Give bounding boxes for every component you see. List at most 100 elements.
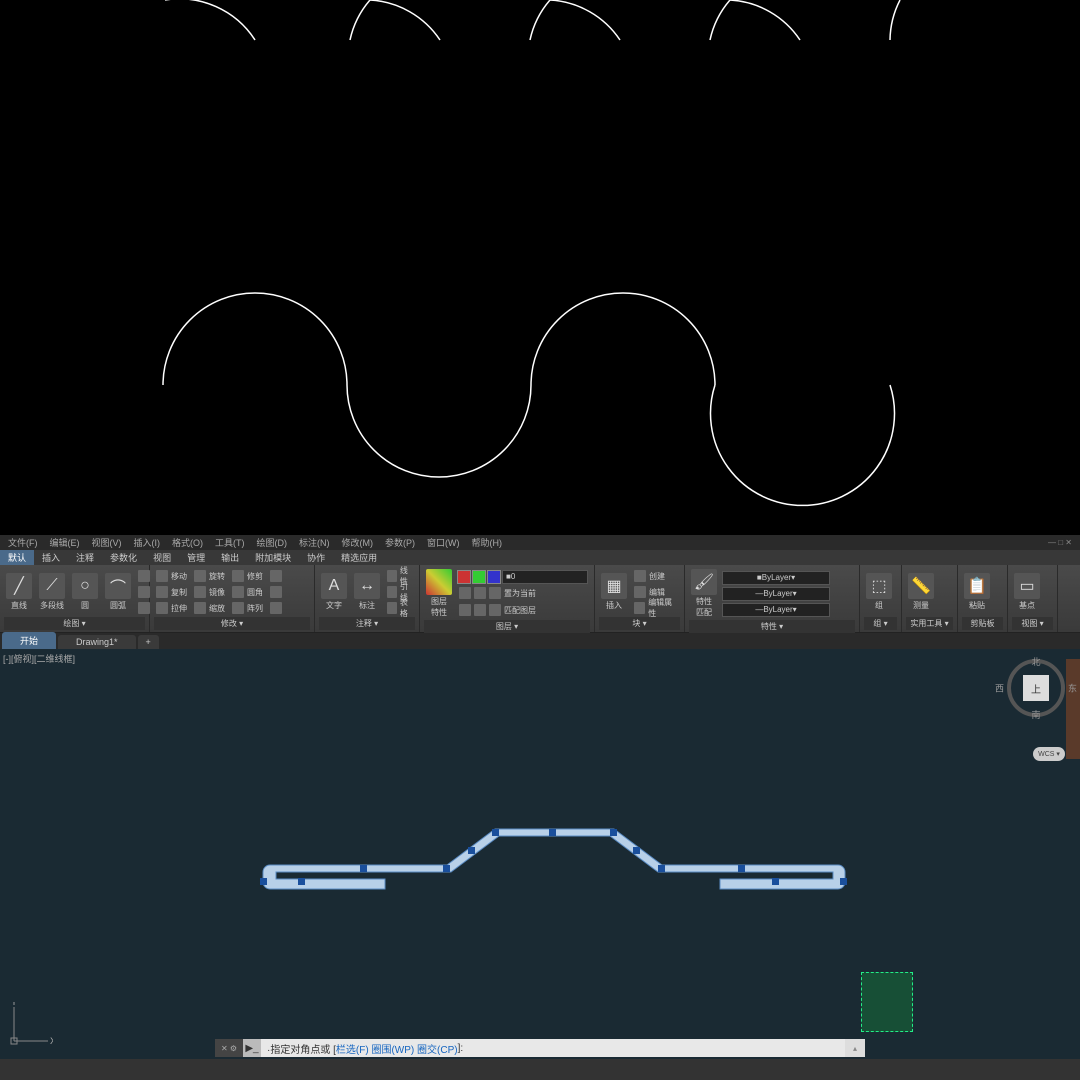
upper-drawing-canvas xyxy=(0,0,1080,535)
menu-insert[interactable]: 插入(I) xyxy=(134,536,161,549)
tool-text[interactable]: A文字 xyxy=(319,571,349,613)
menu-edit[interactable]: 编辑(E) xyxy=(50,536,80,549)
cmd-prompt-icon: ▶_ xyxy=(243,1039,261,1057)
tool-line[interactable]: ╱直线 xyxy=(4,571,34,613)
tab-featured[interactable]: 精选应用 xyxy=(333,550,385,565)
tool-block-attr[interactable]: 编辑属性 xyxy=(632,601,680,616)
panel-block-title[interactable]: 块 ▾ xyxy=(599,617,680,630)
tool-array[interactable]: 阵列 xyxy=(230,601,265,616)
panel-block: ▦插入 创建 编辑 编辑属性 块 ▾ xyxy=(595,565,685,632)
panel-annot-title[interactable]: 注释 ▾ xyxy=(319,617,415,630)
svg-text:X: X xyxy=(50,1036,53,1046)
prop-color[interactable]: ■ ByLayer ▾ xyxy=(722,571,830,585)
panel-view-title[interactable]: 视图 ▾ xyxy=(1012,617,1053,630)
menu-view[interactable]: 视图(V) xyxy=(92,536,122,549)
panel-draw: ╱直线 ⟋多段线 ○圆 ⌒圆弧 绘图 ▾ xyxy=(0,565,150,632)
tool-mirror[interactable]: 镜像 xyxy=(192,585,227,600)
menu-bar: 文件(F) 编辑(E) 视图(V) 插入(I) 格式(O) 工具(T) 绘图(D… xyxy=(0,535,1080,550)
tool-misc1-icon[interactable] xyxy=(268,569,284,584)
panel-group-title[interactable]: 组 ▾ xyxy=(864,617,897,630)
menu-help[interactable]: 帮助(H) xyxy=(472,536,503,549)
panel-annot: A文字 ↔标注 线性 引线 表格 注释 ▾ xyxy=(315,565,420,632)
menu-format[interactable]: 格式(O) xyxy=(172,536,203,549)
tool-measure[interactable]: 📏测量 xyxy=(906,571,936,613)
tool-dim[interactable]: ↔标注 xyxy=(352,571,382,613)
autocad-window: 文件(F) 编辑(E) 视图(V) 插入(I) 格式(O) 工具(T) 绘图(D… xyxy=(0,535,1080,1080)
panel-viewbase: ▭基点 视图 ▾ xyxy=(1008,565,1058,632)
tool-rotate[interactable]: 旋转 xyxy=(192,569,227,584)
menu-tools[interactable]: 工具(T) xyxy=(215,536,245,549)
tab-view[interactable]: 视图 xyxy=(145,550,179,565)
tab-addins[interactable]: 附加模块 xyxy=(247,550,299,565)
panel-props: 🖌特性 匹配 ■ ByLayer ▾ — ByLayer ▾ — ByLayer… xyxy=(685,565,860,632)
tool-match-props[interactable]: 🖌特性 匹配 xyxy=(689,567,719,620)
cmd-expand-icon[interactable]: ▴ xyxy=(845,1044,865,1053)
tool-set-current[interactable]: 置为当前 xyxy=(457,586,588,601)
tab-default[interactable]: 默认 xyxy=(0,550,34,565)
tab-start[interactable]: 开始 xyxy=(2,632,56,649)
tool-copy[interactable]: 复制 xyxy=(154,585,189,600)
menu-dim[interactable]: 标注(N) xyxy=(299,536,330,549)
panel-modify: 移动 复制 拉伸 旋转 镜像 缩放 修剪 圆角 阵列 xyxy=(150,565,315,632)
tool-insert-block[interactable]: ▦插入 xyxy=(599,571,629,613)
color-swatch-icon[interactable] xyxy=(472,570,486,584)
tab-annotate[interactable]: 注释 xyxy=(68,550,102,565)
tool-layer-props[interactable]: 图层特性 xyxy=(424,567,454,620)
panel-modify-title[interactable]: 修改 ▾ xyxy=(154,617,310,630)
tab-insert[interactable]: 插入 xyxy=(34,550,68,565)
color-swatch-icon[interactable] xyxy=(487,570,501,584)
panel-group: ⬚组 组 ▾ xyxy=(860,565,902,632)
menu-file[interactable]: 文件(F) xyxy=(8,536,38,549)
menu-param[interactable]: 参数(P) xyxy=(385,536,415,549)
menu-modify[interactable]: 修改(M) xyxy=(342,536,374,549)
tool-misc3-icon[interactable] xyxy=(268,601,284,616)
tool-polyline[interactable]: ⟋多段线 xyxy=(37,571,67,613)
panel-clip-title[interactable]: 剪贴板 xyxy=(962,617,1003,630)
ucs-icon[interactable]: X Y xyxy=(8,1002,53,1047)
command-input[interactable]: ·指定对角点或 [ 栏选(F) 圈围(WP) 圈交(CP) ]: xyxy=(261,1039,845,1057)
selected-polyline[interactable] xyxy=(0,649,1080,1059)
command-line[interactable]: ✕ ⚙ ▶_ ·指定对角点或 [ 栏选(F) 圈围(WP) 圈交(CP) ]: … xyxy=(215,1039,865,1057)
tool-paste[interactable]: 📋粘贴 xyxy=(962,571,992,613)
tool-scale[interactable]: 缩放 xyxy=(192,601,227,616)
tool-move[interactable]: 移动 xyxy=(154,569,189,584)
layer-selector[interactable]: ■ 0 xyxy=(502,570,588,584)
drawing-viewport[interactable]: [-][俯视][二维线框] 上 北 南 东 西 WCS ▾ xyxy=(0,649,1080,1059)
tool-trim[interactable]: 修剪 xyxy=(230,569,265,584)
panel-utils: 📏测量 实用工具 ▾ xyxy=(902,565,958,632)
tab-output[interactable]: 输出 xyxy=(213,550,247,565)
panel-draw-title[interactable]: 绘图 ▾ xyxy=(4,617,145,630)
tool-match-layer[interactable]: 匹配图层 xyxy=(457,603,588,618)
tool-base[interactable]: ▭基点 xyxy=(1012,571,1042,613)
tab-collab[interactable]: 协作 xyxy=(299,550,333,565)
crossing-selection-box xyxy=(861,972,913,1032)
svg-text:Y: Y xyxy=(11,1002,17,1007)
tab-manage[interactable]: 管理 xyxy=(179,550,213,565)
tool-group[interactable]: ⬚组 xyxy=(864,571,894,613)
panel-clipboard: 📋粘贴 剪贴板 xyxy=(958,565,1008,632)
menu-draw[interactable]: 绘图(D) xyxy=(257,536,288,549)
color-swatch-icon[interactable] xyxy=(457,570,471,584)
ribbon: ╱直线 ⟋多段线 ○圆 ⌒圆弧 绘图 ▾ 移动 复制 拉伸 xyxy=(0,565,1080,633)
menu-window[interactable]: 窗口(W) xyxy=(427,536,460,549)
prop-lineweight[interactable]: — ByLayer ▾ xyxy=(722,587,830,601)
tab-parametric[interactable]: 参数化 xyxy=(102,550,145,565)
tool-misc2-icon[interactable] xyxy=(268,585,284,600)
panel-layer-title[interactable]: 图层 ▾ xyxy=(424,620,590,633)
tool-block-create[interactable]: 创建 xyxy=(632,569,680,584)
prop-linetype[interactable]: — ByLayer ▾ xyxy=(722,603,830,617)
cmd-close-icon[interactable]: ✕ ⚙ xyxy=(215,1039,243,1057)
tool-fillet[interactable]: 圆角 xyxy=(230,585,265,600)
tool-stretch[interactable]: 拉伸 xyxy=(154,601,189,616)
tool-circle[interactable]: ○圆 xyxy=(70,571,100,613)
file-tabs: 开始 Drawing1* + xyxy=(0,633,1080,649)
tab-drawing1[interactable]: Drawing1* xyxy=(58,635,136,649)
tool-table[interactable]: 表格 xyxy=(385,601,415,616)
window-controls[interactable]: — □ ✕ xyxy=(1048,538,1072,547)
panel-utils-title[interactable]: 实用工具 ▾ xyxy=(906,617,953,630)
tool-arc[interactable]: ⌒圆弧 xyxy=(103,571,133,613)
ribbon-tabs: 默认 插入 注释 参数化 视图 管理 输出 附加模块 协作 精选应用 xyxy=(0,550,1080,565)
panel-layer: 图层特性 ■ 0 置为当前 匹配图层 图层 ▾ xyxy=(420,565,595,632)
panel-props-title[interactable]: 特性 ▾ xyxy=(689,620,855,633)
tab-new[interactable]: + xyxy=(138,635,159,649)
